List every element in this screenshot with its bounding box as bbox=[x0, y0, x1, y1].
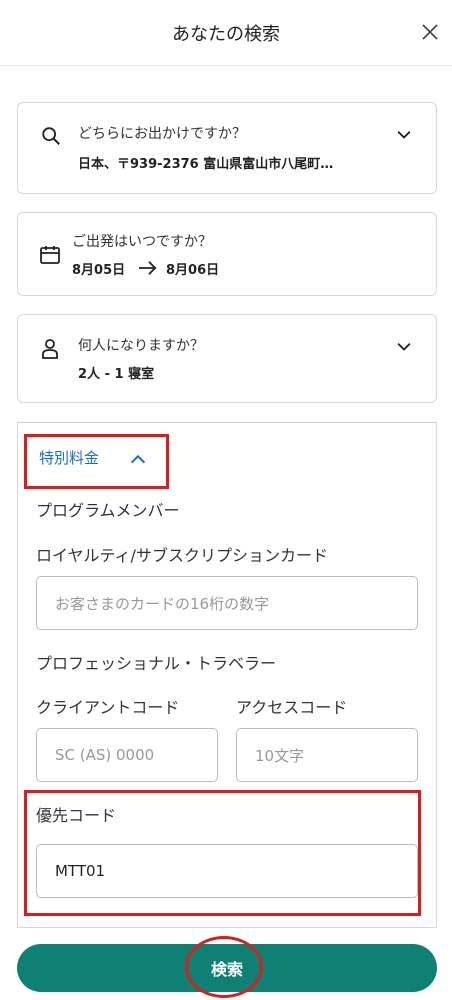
client-code-label: クライアントコード bbox=[36, 698, 180, 717]
travel-pro-heading: プロフェッショナル・トラベラー bbox=[36, 654, 277, 673]
search-button[interactable]: 検索 bbox=[17, 944, 437, 992]
destination-card[interactable]: どちらにお出かけですか？ 日本、〒939-2376 富山県富山市八尾町… bbox=[17, 102, 437, 194]
arrow-right-icon bbox=[139, 261, 157, 275]
guests-value: 2人 - 1 寝室 bbox=[78, 367, 155, 382]
checkin-date: 8月05日 bbox=[72, 263, 126, 278]
calendar-icon bbox=[40, 246, 60, 264]
chevron-down-icon[interactable] bbox=[394, 337, 414, 357]
special-rates-toggle[interactable]: 特別料金 bbox=[24, 434, 169, 489]
dates-question: ご出発はいつですか？ bbox=[72, 234, 212, 250]
special-rates-label: 特別料金 bbox=[39, 449, 100, 467]
priority-code-input[interactable]: MTT01 bbox=[36, 844, 418, 898]
loyalty-card-input[interactable]: お客さまのカードの16桁の数字 bbox=[36, 576, 418, 630]
close-icon[interactable] bbox=[418, 20, 442, 44]
person-icon bbox=[42, 339, 58, 359]
chevron-down-icon[interactable] bbox=[394, 125, 414, 145]
checkout-date: 8月06日 bbox=[166, 263, 220, 278]
search-icon bbox=[42, 127, 60, 145]
loyalty-label: ロイヤルティ/サブスクリプションカード bbox=[36, 546, 328, 565]
priority-code-label: 優先コード bbox=[36, 806, 117, 825]
access-code-label: アクセスコード bbox=[236, 698, 348, 717]
guests-question: 何人になりますか？ bbox=[78, 338, 204, 354]
access-code-input[interactable]: 10文字 bbox=[236, 728, 418, 782]
destination-value: 日本、〒939-2376 富山県富山市八尾町… bbox=[78, 157, 334, 172]
destination-question: どちらにお出かけですか？ bbox=[78, 126, 246, 142]
chevron-up-icon bbox=[130, 454, 146, 464]
program-heading: プログラムメンバー bbox=[36, 501, 180, 520]
guests-card[interactable]: 何人になりますか？ 2人 - 1 寝室 bbox=[17, 314, 437, 403]
dates-card[interactable]: ご出発はいつですか？ 8月05日 8月06日 bbox=[17, 212, 437, 296]
client-code-input[interactable]: SC (AS) 0000 bbox=[36, 728, 218, 782]
dialog-header: あなたの検索 bbox=[0, 0, 452, 66]
dialog-title: あなたの検索 bbox=[172, 24, 280, 45]
